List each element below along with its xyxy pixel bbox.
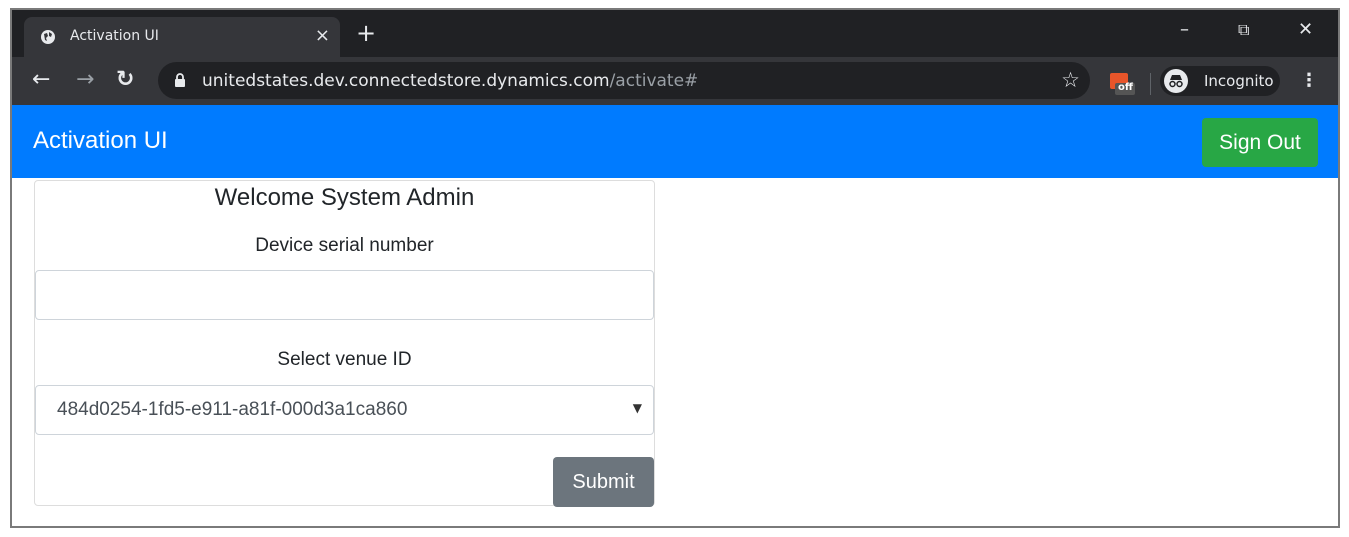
- dropdown-caret-icon: ▼: [632, 401, 642, 415]
- incognito-profile-button[interactable]: Incognito: [1160, 66, 1280, 96]
- extension-icon[interactable]: off: [1109, 72, 1135, 96]
- forward-icon[interactable]: →: [76, 69, 94, 91]
- app-brand[interactable]: Activation UI: [33, 127, 168, 155]
- browser-window: Activation UI × + – ⧉ ✕ ← → ↻ unitedstat…: [10, 8, 1340, 528]
- toolbar-divider: [1150, 73, 1151, 95]
- address-bar[interactable]: unitedstates.dev.connectedstore.dynamics…: [158, 62, 1090, 99]
- reload-icon[interactable]: ↻: [116, 69, 134, 91]
- extension-badge: off: [1118, 82, 1133, 93]
- tab-strip: Activation UI × + – ⧉ ✕: [12, 10, 1338, 57]
- close-window-icon[interactable]: ✕: [1298, 20, 1313, 40]
- incognito-label: Incognito: [1204, 72, 1274, 90]
- incognito-icon: [1164, 69, 1188, 93]
- back-icon[interactable]: ←: [32, 69, 50, 91]
- activation-card: Welcome System Admin Device serial numbe…: [34, 180, 655, 507]
- bookmark-star-icon[interactable]: ☆: [1061, 68, 1080, 92]
- restore-icon[interactable]: ⧉: [1238, 20, 1249, 40]
- minimize-icon[interactable]: –: [1180, 20, 1189, 40]
- tab-title: Activation UI: [70, 28, 159, 44]
- submit-button[interactable]: Submit: [553, 457, 654, 507]
- new-tab-button[interactable]: +: [356, 21, 376, 45]
- tab-close-icon[interactable]: ×: [315, 26, 330, 46]
- browser-menu-icon[interactable]: ⋮: [1300, 70, 1318, 92]
- welcome-heading: Welcome System Admin: [214, 184, 475, 211]
- venue-id-selected-value: 484d0254-1fd5-e911-a81f-000d3a1ca860: [57, 399, 408, 420]
- url-text: unitedstates.dev.connectedstore.dynamics…: [202, 71, 698, 91]
- globe-icon: [41, 30, 55, 44]
- venue-id-select[interactable]: 484d0254-1fd5-e911-a81f-000d3a1ca860 ▼: [35, 385, 654, 435]
- url-path: /activate#: [609, 71, 699, 91]
- app-navbar: Activation UI Sign Out: [12, 105, 1338, 178]
- serial-number-input[interactable]: [35, 270, 654, 320]
- url-host: unitedstates.dev.connectedstore.dynamics…: [202, 71, 610, 91]
- serial-number-label: Device serial number: [255, 235, 434, 256]
- venue-id-label: Select venue ID: [277, 349, 412, 370]
- browser-toolbar: ← → ↻ unitedstates.dev.connectedstore.dy…: [12, 57, 1338, 105]
- sign-out-button[interactable]: Sign Out: [1202, 118, 1318, 167]
- browser-tab[interactable]: Activation UI ×: [24, 17, 340, 57]
- lock-icon: [175, 73, 185, 87]
